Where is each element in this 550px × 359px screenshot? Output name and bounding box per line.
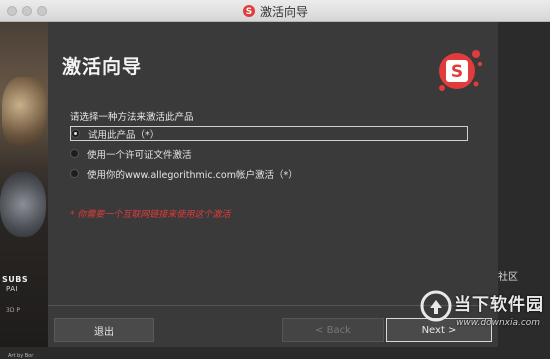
option-trial[interactable]: 试用此产品（*） — [70, 126, 468, 141]
background-app-panel: SUBS PAI 3D P Art by Bor — [0, 22, 48, 359]
window-titlebar: S 激活向导 — [0, 0, 550, 22]
background-text: 3D P — [6, 307, 20, 314]
internet-required-warning: * 你需要一个互联网链接来使用这个激活 — [70, 210, 231, 220]
watermark: 当下软件园 www.downxia.com — [410, 283, 550, 347]
window-title-text: 激活向导 — [259, 5, 308, 19]
back-button[interactable]: < Back — [282, 318, 384, 342]
svg-text:S: S — [451, 62, 463, 82]
page-title: 激活向导 — [62, 56, 143, 78]
option-label: 使用一个许可证文件激活 — [87, 149, 192, 161]
option-label: 使用你的www.allegorithmic.com帐户激活（*） — [87, 169, 298, 181]
background-text: PAI — [6, 285, 19, 293]
background-text: SUBS — [2, 275, 29, 284]
background-artwork — [2, 77, 46, 147]
exit-button[interactable]: 退出 — [54, 318, 154, 342]
watermark-text: 当下软件园 — [454, 295, 544, 315]
option-license-file[interactable]: 使用一个许可证文件激活 — [70, 146, 192, 161]
substance-icon: S — [242, 5, 255, 17]
watermark-logo-icon — [420, 290, 452, 322]
background-community-label: 社区 — [498, 272, 518, 283]
radio-icon[interactable] — [70, 169, 79, 178]
radio-icon-selected[interactable] — [71, 129, 80, 138]
activation-method-prompt: 请选择一种方法来激活此产品 — [70, 112, 194, 123]
watermark-url: www.downxia.com — [456, 318, 541, 328]
window-title: S 激活向导 — [0, 3, 550, 20]
background-artwork-2 — [0, 172, 46, 237]
background-credit: Art by Bor — [8, 353, 34, 359]
option-online-account[interactable]: 使用你的www.allegorithmic.com帐户激活（*） — [70, 166, 298, 181]
option-label: 试用此产品（*） — [88, 129, 160, 141]
svg-text:S: S — [246, 7, 252, 17]
radio-icon[interactable] — [70, 149, 79, 158]
substance-logo-icon: S — [439, 50, 483, 91]
